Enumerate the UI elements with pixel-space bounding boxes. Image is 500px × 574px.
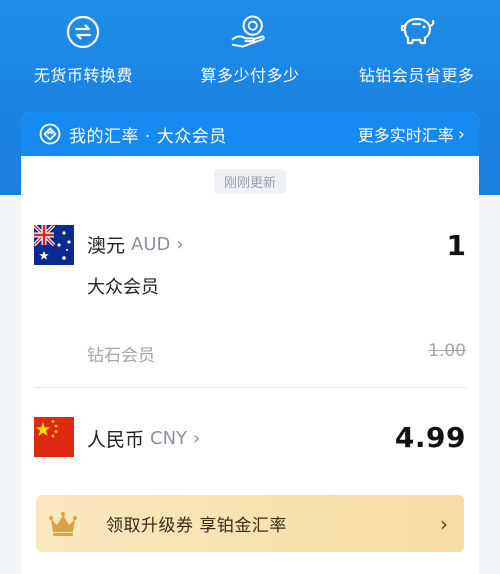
australia-flag-icon (34, 225, 74, 265)
china-flag-icon (34, 417, 74, 457)
exchange-rate-card: 我的汇率 · 大众会员 更多实时汇率 › 刚刚更新 澳元 AUD › 1 大众会… (21, 112, 479, 574)
chevron-right-icon: › (176, 234, 184, 255)
chevron-right-icon: › (193, 428, 201, 449)
feature-strip: 无货币转换费 算多少付多少 钻铂会员省更多 (0, 12, 500, 92)
member-tier-label: 大众会员 (87, 277, 159, 298)
chevron-right-icon: › (440, 511, 448, 536)
diamond-member-rate: 1.00 (428, 341, 466, 361)
feature-member-savings[interactable]: 钻铂会员省更多 (333, 12, 500, 92)
chevron-right-icon: › (457, 123, 465, 145)
update-status: 刚刚更新 (21, 169, 479, 194)
more-rates-label: 更多实时汇率 (357, 126, 454, 145)
feature-pay-as-calculated[interactable]: 算多少付多少 (167, 12, 334, 92)
divider (34, 387, 466, 388)
feature-label: 钻铂会员省更多 (358, 66, 475, 85)
currency-name: 澳元 (87, 235, 126, 257)
source-amount[interactable]: 1 (447, 229, 466, 262)
upgrade-voucher-banner[interactable]: 领取升级券 享铂金汇率 › (36, 495, 464, 552)
source-currency-row: 澳元 AUD › 1 (34, 225, 466, 275)
card-header: 我的汇率 · 大众会员 更多实时汇率 › (21, 112, 479, 156)
currency-code: CNY (150, 428, 188, 449)
piggy-bank-icon (397, 12, 437, 52)
exchange-icon (63, 12, 103, 52)
exchange-rate-page: 无货币转换费 算多少付多少 钻铂会员省更多 我的汇率 · 大众会员 更多实时汇率… (0, 0, 500, 574)
more-rates-link[interactable]: 更多实时汇率 › (358, 122, 465, 146)
diamond-member-label: 钻石会员 (87, 346, 155, 366)
source-currency-selector[interactable]: 澳元 AUD › (87, 231, 184, 258)
updated-badge: 刚刚更新 (213, 169, 286, 194)
diamond-badge-icon (39, 123, 61, 145)
crown-icon (48, 509, 78, 539)
hand-coin-icon (230, 12, 270, 52)
currency-name: 人民币 (87, 429, 145, 451)
target-currency-selector[interactable]: 人民币 CNY › (87, 425, 200, 452)
currency-code: AUD (131, 234, 171, 255)
diamond-member-row: 钻石会员 1.00 (87, 339, 466, 367)
target-currency-row: 人民币 CNY › 4.99 (34, 417, 466, 467)
card-title: 我的汇率 · 大众会员 (69, 126, 227, 147)
target-amount[interactable]: 4.99 (395, 421, 466, 454)
feature-label: 算多少付多少 (200, 66, 300, 85)
promo-text: 领取升级券 享铂金汇率 (106, 516, 287, 536)
feature-no-conversion-fee[interactable]: 无货币转换费 (0, 12, 167, 92)
feature-label: 无货币转换费 (33, 66, 133, 85)
